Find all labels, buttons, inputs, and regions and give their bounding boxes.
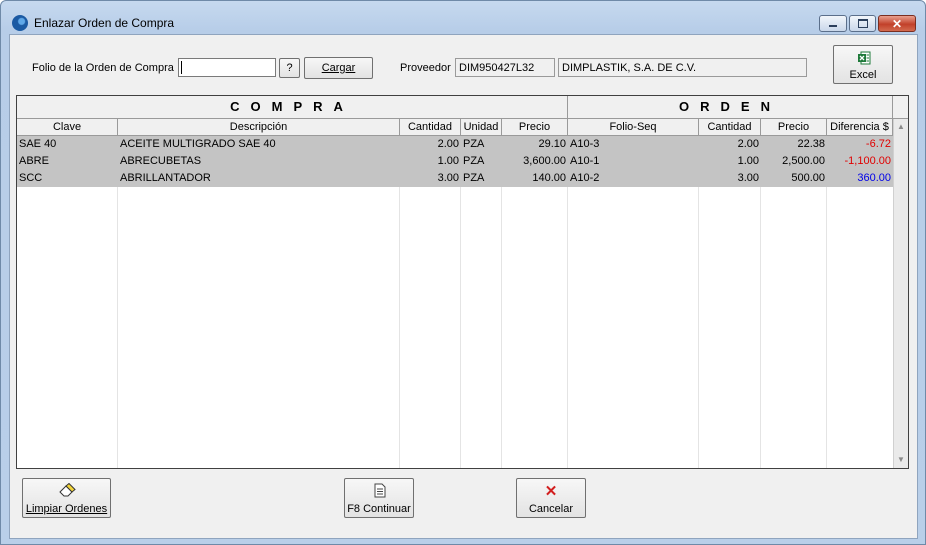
- column-header-precio-oc[interactable]: Precio: [761, 119, 827, 136]
- cell-unidad: PZA: [463, 172, 485, 184]
- cell-precio: 3,600.00: [523, 155, 566, 167]
- document-icon: [374, 483, 386, 498]
- excel-button[interactable]: Excel: [833, 45, 893, 84]
- group-header-compra: COMPRA: [17, 96, 568, 119]
- group-header-spacer: [893, 96, 908, 119]
- help-button[interactable]: ?: [279, 58, 300, 78]
- excel-button-label: Excel: [849, 69, 877, 81]
- cell-cantidad-oc: 1.00: [737, 155, 759, 167]
- close-button[interactable]: ✕: [878, 15, 916, 32]
- cell-unidad: PZA: [463, 155, 485, 167]
- cell-descripcion: ABRECUBETAS: [120, 155, 202, 167]
- scroll-down-icon: ▼: [897, 455, 905, 464]
- proveedor-rfc-field: DIM950427L32: [455, 58, 555, 77]
- cell-precio-oc: 500.00: [791, 172, 825, 184]
- cell-precio-oc: 22.38: [797, 138, 825, 150]
- cell-diferencia: -1,100.00: [844, 155, 891, 167]
- title-bar[interactable]: Enlazar Orden de Compra ✕: [1, 1, 925, 32]
- minimize-button[interactable]: [819, 15, 847, 32]
- scroll-up-button[interactable]: ▲: [894, 119, 908, 135]
- table-row[interactable]: SCC ABRILLANTADOR 3.00 PZA 140.00 A10-2 …: [17, 170, 893, 187]
- cell-precio: 140.00: [532, 172, 566, 184]
- scroll-down-button[interactable]: ▼: [894, 452, 908, 468]
- cell-clave: ABRE: [19, 155, 49, 167]
- text-caret: [181, 61, 182, 74]
- table-row[interactable]: SAE 40 ACEITE MULTIGRADO SAE 40 2.00 PZA…: [17, 136, 893, 153]
- cell-cantidad-oc: 3.00: [737, 172, 759, 184]
- group-header-orden-label: ORDEN: [679, 99, 781, 114]
- group-header-compra-label: COMPRA: [230, 99, 354, 114]
- cancelar-label: Cancelar: [528, 503, 574, 515]
- cell-cantidad: 2.00: [437, 138, 459, 150]
- purchase-order-grid[interactable]: COMPRA ORDEN Clave Descripción Cantidad …: [16, 95, 909, 469]
- cell-cantidad: 3.00: [437, 172, 459, 184]
- app-window: Enlazar Orden de Compra ✕ Folio de la Or…: [0, 0, 926, 545]
- eraser-icon: [59, 483, 76, 497]
- limpiar-ordenes-label: Limpiar Ordenes: [25, 503, 108, 515]
- cargar-button-label: Cargar: [321, 62, 356, 74]
- cargar-button[interactable]: Cargar: [304, 57, 373, 79]
- column-header-cantidad-oc[interactable]: Cantidad: [699, 119, 761, 136]
- vertical-scrollbar[interactable]: ▲ ▼: [893, 119, 908, 468]
- cell-cantidad: 1.00: [437, 155, 459, 167]
- cell-descripcion: ABRILLANTADOR: [120, 172, 211, 184]
- folio-label: Folio de la Orden de Compra: [32, 62, 174, 74]
- scroll-up-icon: ▲: [897, 122, 905, 131]
- close-icon: ✕: [891, 16, 903, 31]
- cancelar-button[interactable]: ✕ Cancelar: [516, 478, 586, 518]
- proveedor-label: Proveedor: [400, 62, 451, 74]
- continuar-button[interactable]: F8 Continuar: [344, 478, 414, 518]
- cell-cantidad-oc: 2.00: [737, 138, 759, 150]
- dialog-body: Folio de la Orden de Compra ? Cargar Pro…: [9, 34, 918, 539]
- excel-icon: [858, 51, 871, 65]
- cell-clave: SCC: [19, 172, 43, 184]
- cancel-x-icon: ✕: [544, 483, 558, 500]
- cell-folio-seq: A10-2: [570, 172, 600, 184]
- window-title: Enlazar Orden de Compra: [34, 16, 175, 30]
- cell-folio-seq: A10-1: [570, 155, 600, 167]
- app-logo-icon: [12, 15, 28, 31]
- continuar-label: F8 Continuar: [347, 503, 411, 515]
- table-row[interactable]: ABRE ABRECUBETAS 1.00 PZA 3,600.00 A10-1…: [17, 153, 893, 170]
- column-header-cantidad[interactable]: Cantidad: [400, 119, 461, 136]
- cell-precio-oc: 2,500.00: [782, 155, 825, 167]
- cell-diferencia: -6.72: [865, 138, 891, 150]
- minimize-icon: [829, 25, 837, 27]
- column-header-descripcion[interactable]: Descripción: [118, 119, 400, 136]
- column-header-precio[interactable]: Precio: [502, 119, 568, 136]
- cell-diferencia: 360.00: [857, 172, 891, 184]
- proveedor-nombre-field: DIMPLASTIK, S.A. DE C.V.: [558, 58, 807, 77]
- maximize-button[interactable]: [849, 15, 876, 32]
- cell-descripcion: ACEITE MULTIGRADO SAE 40: [120, 138, 276, 150]
- cell-clave: SAE 40: [19, 138, 57, 150]
- cell-folio-seq: A10-3: [570, 138, 600, 150]
- column-header-unidad[interactable]: Unidad: [461, 119, 502, 136]
- column-header-folio-seq[interactable]: Folio-Seq: [568, 119, 699, 136]
- column-header-diferencia[interactable]: Diferencia $: [827, 119, 893, 136]
- column-header-clave[interactable]: Clave: [17, 119, 118, 136]
- maximize-icon: [857, 19, 868, 28]
- group-header-orden: ORDEN: [568, 96, 893, 119]
- cell-unidad: PZA: [463, 138, 485, 150]
- proveedor-nombre-value: DIMPLASTIK, S.A. DE C.V.: [562, 62, 697, 74]
- folio-input[interactable]: [178, 58, 276, 77]
- cell-precio: 29.10: [538, 138, 566, 150]
- limpiar-ordenes-button[interactable]: Limpiar Ordenes: [22, 478, 111, 518]
- help-button-label: ?: [286, 62, 293, 74]
- proveedor-rfc-value: DIM950427L32: [459, 62, 535, 74]
